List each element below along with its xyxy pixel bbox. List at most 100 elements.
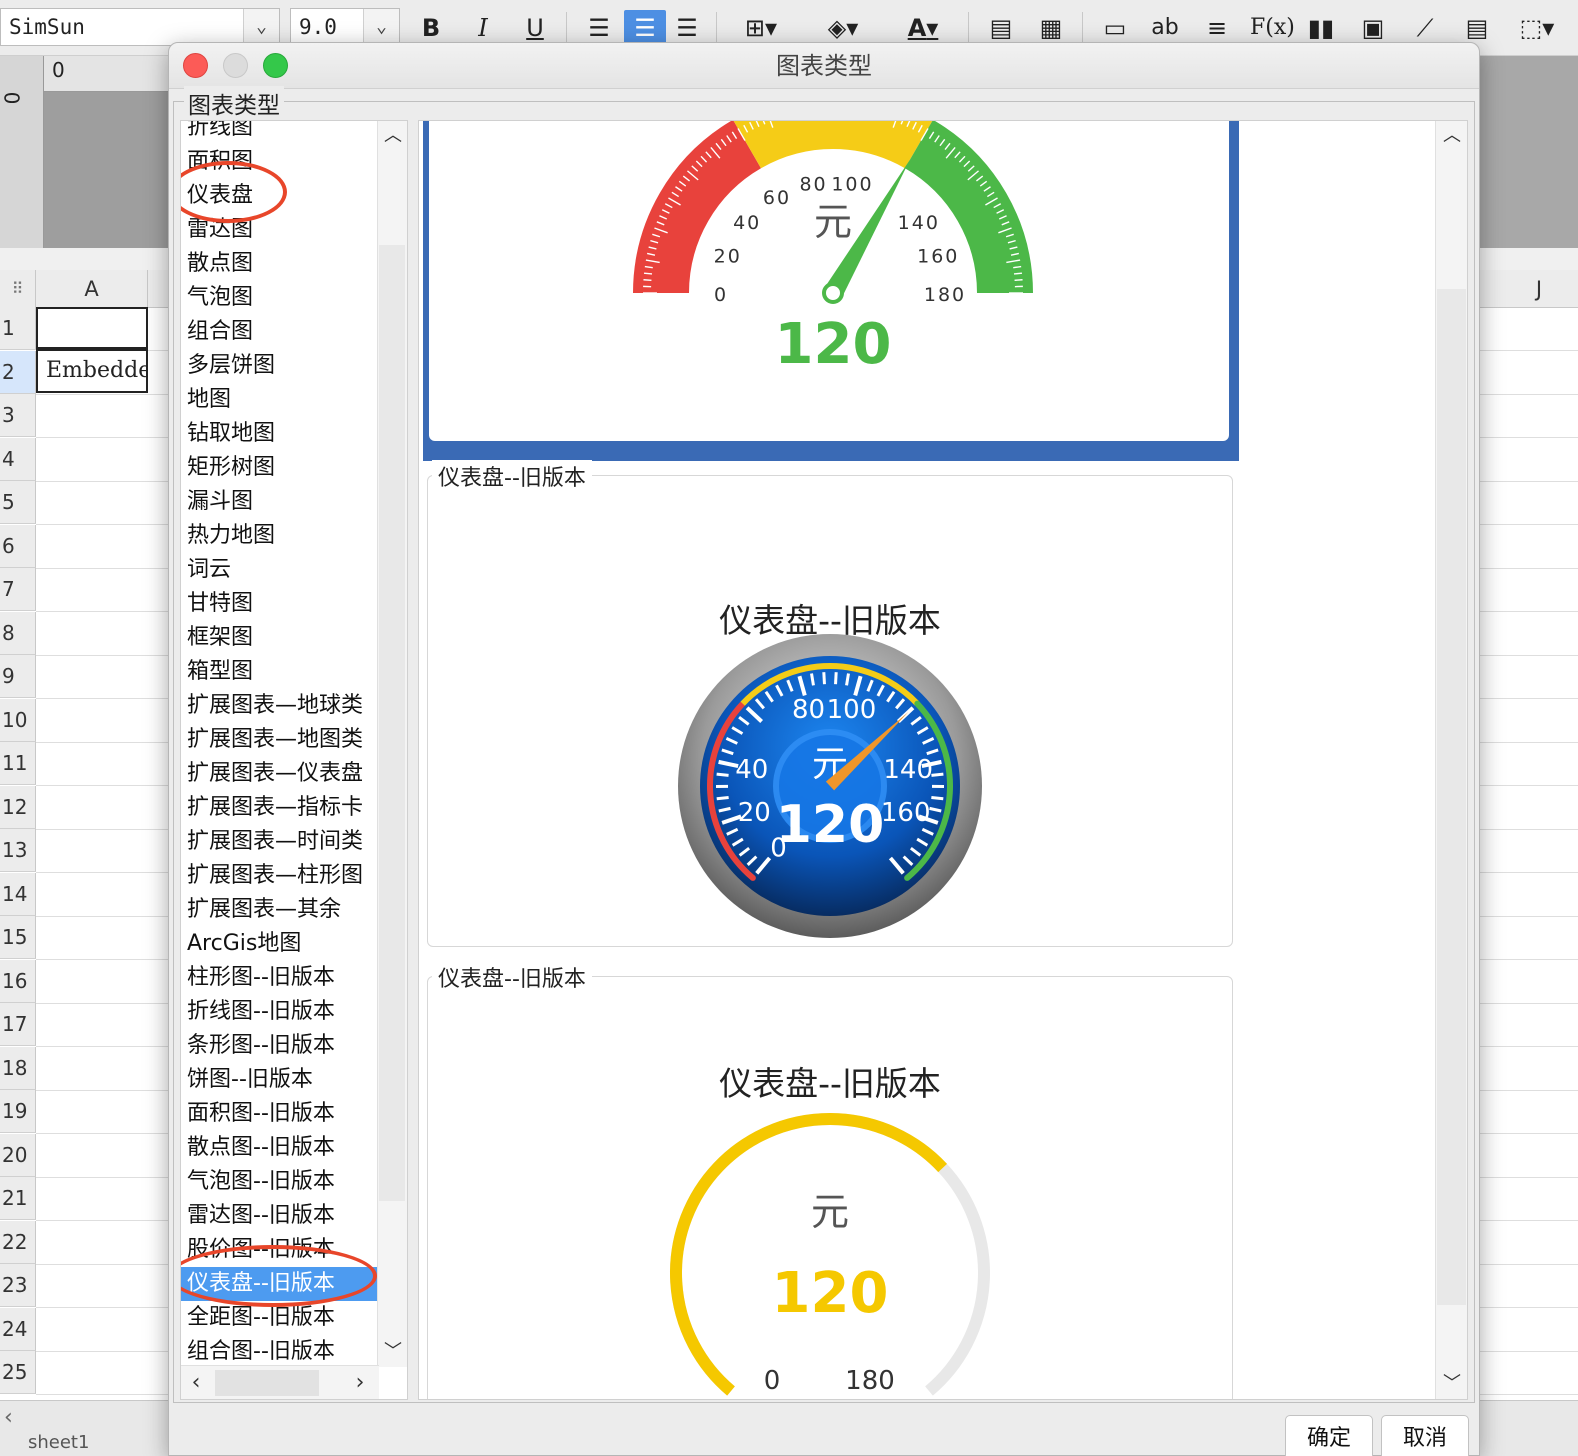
chart-type-item[interactable]: 组合图--旧版本 [181,1335,377,1369]
chart-type-item[interactable]: 散点图 [181,247,377,281]
border-icon[interactable]: ⊞▾ [730,10,792,46]
chart-type-item[interactable]: 气泡图--旧版本 [181,1165,377,1199]
chart-preview-pane[interactable]: 0 20 40 60 80 100 140 160 180 元 120 仪表盘--旧版本 仪表盘--… [418,120,1468,1400]
row-header[interactable]: 2 [0,350,36,394]
chevron-down-icon[interactable]: ⌄ [243,9,279,45]
chart-type-item[interactable]: 地图 [181,383,377,417]
italic-button[interactable]: I [466,10,500,46]
row-header[interactable]: 20 [0,1133,36,1177]
row-header[interactable]: 11 [0,742,36,785]
chart-type-item[interactable]: 扩展图表—其余 [181,893,377,927]
image-icon[interactable]: ▣ [1356,10,1390,46]
row-header[interactable]: 22 [0,1220,36,1264]
row-header[interactable]: 21 [0,1177,36,1220]
row-header[interactable]: 13 [0,829,36,872]
chevron-right-icon[interactable]: › [345,1366,375,1399]
chevron-up-icon[interactable]: ︿ [1436,121,1467,151]
chart-type-item[interactable]: 扩展图表—指标卡 [181,791,377,825]
chevron-down-icon[interactable]: ﹀ [378,1337,407,1367]
chevron-left-icon[interactable]: ‹ [181,1366,211,1399]
chart-type-item[interactable]: 饼图--旧版本 [181,1063,377,1097]
preview-card-gauge-new[interactable]: 0 20 40 60 80 100 140 160 180 元 120 [423,121,1239,461]
chart-type-item[interactable]: 组合图 [181,315,377,349]
chart-type-item[interactable]: 扩展图表—仪表盘 [181,757,377,791]
chart-type-item[interactable]: 折线图 [181,121,377,145]
row-header[interactable]: 14 [0,872,36,916]
chart-type-item[interactable]: 扩展图表—时间类 [181,825,377,859]
chart-type-item[interactable]: 热力地图 [181,519,377,553]
row-header[interactable]: 9 [0,655,36,698]
row-header[interactable]: 24 [0,1307,36,1351]
row-header[interactable]: 8 [0,611,36,655]
column-header-j[interactable]: J [1500,270,1578,308]
font-size-select[interactable]: 9.0 ⌄ [290,8,400,46]
font-family-select[interactable]: SimSun ⌄ [0,8,280,46]
chart-type-item[interactable]: 扩展图表—柱形图 [181,859,377,893]
chart-type-item[interactable]: 多层饼图 [181,349,377,383]
row-header[interactable]: 1 [0,307,36,350]
chart-type-item[interactable]: 扩展图表—地球类 [181,689,377,723]
chevron-left-icon[interactable]: ‹ [4,1405,13,1430]
row-header[interactable]: 10 [0,698,36,742]
paragraph-icon[interactable]: ≡ [1200,10,1234,46]
chart-type-item[interactable]: 甘特图 [181,587,377,621]
row-header[interactable]: 25 [0,1351,36,1394]
chart-type-item[interactable]: 柱形图--旧版本 [181,961,377,995]
preview-card-gauge-old-2[interactable]: 仪表盘--旧版本 仪表盘--旧版本 元 120 0 180 [427,961,1233,1399]
split-cells-icon[interactable]: ▦ [1034,10,1068,46]
ok-button[interactable]: 确定 [1285,1415,1373,1456]
align-right-icon[interactable]: ☰ [670,10,704,46]
chart-type-item[interactable]: 气泡图 [181,281,377,315]
chevron-down-icon[interactable]: ⌄ [363,9,399,45]
chevron-down-icon[interactable]: ﹀ [1436,1369,1467,1399]
cell-a2[interactable]: Embedde [36,349,148,393]
formula-button[interactable]: F(x) [1250,10,1295,46]
preview-vertical-scrollbar[interactable]: ︿ ﹀ [1435,121,1467,1399]
text-button[interactable]: ab [1148,10,1182,46]
merge-cells-icon[interactable]: ▤ [984,10,1018,46]
column-header-a[interactable]: A [36,270,148,308]
chart-type-list[interactable]: 折线图 面积图 仪表盘 雷达图 散点图 气泡图 组合图 多层饼图 地图 钻取地图 矩形树图 漏斗图 热力… [180,120,408,1400]
chart-type-item[interactable]: 面积图--旧版本 [181,1097,377,1131]
align-left-icon[interactable]: ☰ [582,10,616,46]
row-header[interactable]: 18 [0,1046,36,1090]
text-field-icon[interactable]: ▭ [1098,10,1132,46]
cell-a1[interactable] [36,307,148,349]
row-header[interactable]: 12 [0,785,36,829]
chart-type-item[interactable]: 散点图--旧版本 [181,1131,377,1165]
row-header[interactable]: 7 [0,568,36,611]
list-vertical-scrollbar[interactable]: ︿ ﹀ [377,121,407,1367]
row-header[interactable]: 3 [0,394,36,437]
bold-button[interactable]: B [414,10,448,46]
form-icon[interactable]: ▤ [1460,10,1494,46]
row-header[interactable]: 15 [0,916,36,959]
chart-type-item[interactable]: 矩形树图 [181,451,377,485]
chart-type-item[interactable]: 漏斗图 [181,485,377,519]
preview-card-gauge-old-1[interactable]: 仪表盘--旧版本 仪表盘--旧版本 0 20 40 80 100 140 160 元 120 [427,460,1233,947]
chart-type-item[interactable]: 箱型图 [181,655,377,689]
list-hscroll-thumb[interactable] [215,1370,319,1396]
chevron-up-icon[interactable]: ︿ [378,121,407,151]
sheet-tab[interactable]: sheet1 [0,1432,120,1456]
slash-icon[interactable]: ⟋ [1408,10,1442,46]
row-header[interactable]: 16 [0,959,36,1003]
cell-element-icon[interactable]: ⬚▾ [1512,10,1562,46]
row-header[interactable]: 17 [0,1003,36,1046]
chart-type-item[interactable]: 雷达图--旧版本 [181,1199,377,1233]
cancel-button[interactable]: 取消 [1381,1415,1469,1456]
row-header[interactable]: 5 [0,481,36,524]
chart-type-item[interactable]: 折线图--旧版本 [181,995,377,1029]
chart-icon[interactable]: ▮▮ [1304,10,1338,46]
list-scroll-thumb[interactable] [379,245,405,1201]
row-header[interactable]: 23 [0,1264,36,1307]
chart-type-item[interactable]: 框架图 [181,621,377,655]
underline-button[interactable]: U [518,10,552,46]
row-header[interactable]: 6 [0,524,36,568]
font-color-button[interactable]: A▾ [892,10,954,46]
chart-type-item[interactable]: 词云 [181,553,377,587]
chart-type-item[interactable]: 扩展图表—地图类 [181,723,377,757]
chart-type-item[interactable]: 条形图--旧版本 [181,1029,377,1063]
fill-color-icon[interactable]: ◈▾ [812,10,874,46]
row-header[interactable]: 19 [0,1090,36,1133]
align-center-icon[interactable]: ☰ [624,10,666,46]
